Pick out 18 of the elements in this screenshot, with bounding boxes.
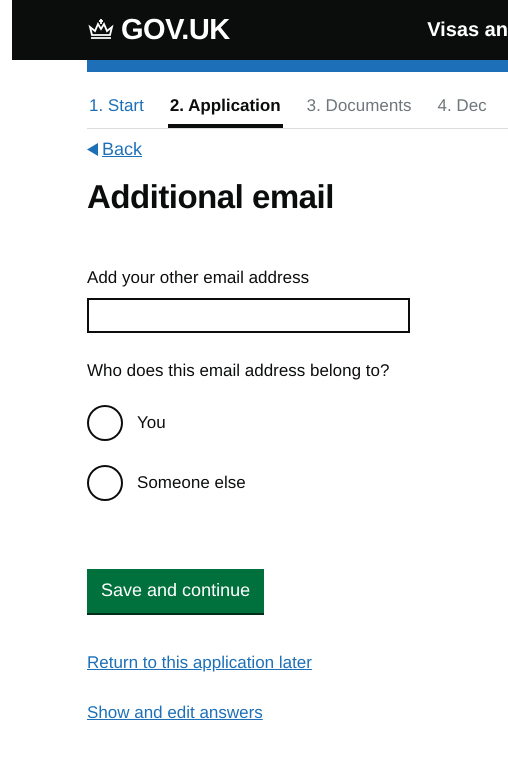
text-link[interactable]: Show and edit answers <box>87 703 263 723</box>
save-button[interactable]: Save and continue <box>87 569 264 613</box>
radio-button[interactable] <box>87 405 123 441</box>
email-input[interactable] <box>87 298 410 333</box>
step-tab[interactable]: 1. Start <box>87 92 146 128</box>
back-link[interactable]: Back <box>87 139 142 160</box>
text-link[interactable]: Return to this application later <box>87 653 312 673</box>
step-tab[interactable]: 2. Application <box>168 92 283 128</box>
question-text: Who does this email address belong to? <box>87 361 390 381</box>
page-heading: Additional email <box>87 178 335 216</box>
service-name[interactable]: Visas an <box>427 18 508 42</box>
radio-button[interactable] <box>87 465 123 501</box>
radio-label[interactable]: Someone else <box>137 473 246 493</box>
radio-label[interactable]: You <box>137 413 166 433</box>
site-logo[interactable]: GOV.UK <box>121 14 230 46</box>
crown-icon <box>87 18 115 42</box>
field-label: Add your other email address <box>87 268 310 288</box>
back-arrow-icon <box>87 143 98 156</box>
